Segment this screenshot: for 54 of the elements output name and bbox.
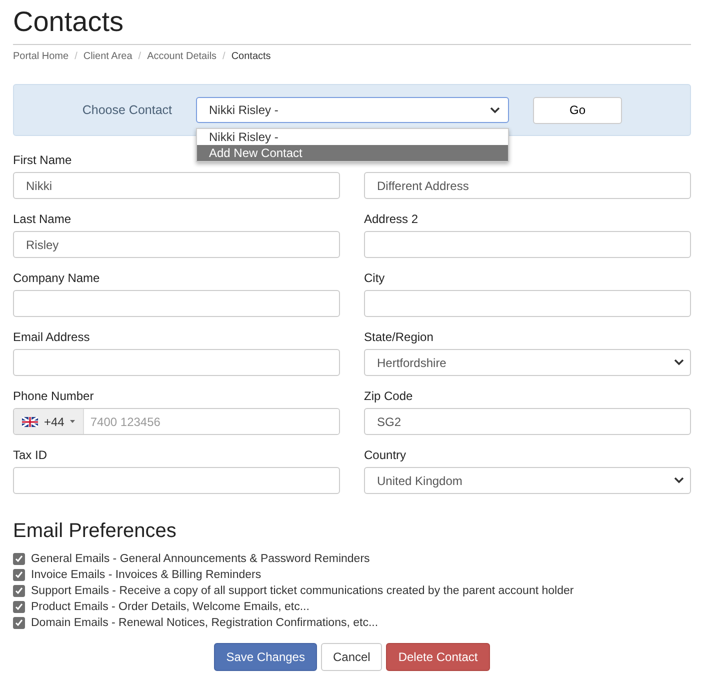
field-label: City [364, 271, 386, 285]
go-button[interactable]: Go [533, 96, 622, 124]
breadcrumb-separator: / [222, 51, 226, 62]
select-field[interactable]: Hertfordshire [364, 349, 691, 376]
cancel-button[interactable]: Cancel [320, 643, 382, 671]
text-field[interactable]: Risley [13, 231, 340, 258]
checkbox[interactable] [13, 553, 25, 565]
field-label: Address 2 [364, 212, 420, 226]
checkbox-label: Invoice Emails - Invoices & Billing Reminders [31, 569, 262, 581]
chevron-down-icon [674, 359, 684, 366]
page-title: Contacts [13, 5, 124, 39]
checkbox-label: General Emails - General Announcements & Password Reminders [31, 553, 370, 565]
field-label: Company Name [13, 271, 101, 285]
caret-icon [70, 420, 76, 423]
select-field[interactable]: United Kingdom [364, 467, 691, 494]
contact-select[interactable]: Nikki Risley - [196, 97, 509, 123]
field-label: State/Region [364, 330, 434, 344]
checkbox-label: Domain Emails - Renewal Notices, Registration Confirmations, etc... [31, 617, 378, 629]
section-heading: Email Preferences [13, 520, 178, 543]
text-field[interactable] [13, 349, 340, 376]
breadcrumb-separator: / [138, 51, 142, 62]
chevron-down-icon [674, 477, 684, 484]
breadcrumb-link[interactable]: Client Area [83, 51, 132, 62]
breadcrumb-link[interactable]: Portal Home [13, 51, 69, 62]
dropdown-option[interactable]: Nikki Risley - [197, 129, 508, 145]
text-field[interactable] [364, 231, 691, 258]
checkbox[interactable] [13, 601, 25, 613]
text-field[interactable]: Nikki [13, 172, 340, 199]
breadcrumb-separator: / [74, 51, 78, 62]
field-label: Tax ID [13, 448, 48, 462]
text-field[interactable]: SG2 [364, 408, 691, 435]
checkbox[interactable] [13, 617, 25, 629]
dropdown-option[interactable]: Add New Contact [197, 145, 508, 161]
chevron-down-icon [490, 106, 500, 114]
choose-contact-label: Choose Contact [81, 103, 172, 117]
checkbox[interactable] [13, 569, 25, 581]
field-label: Email Address [13, 330, 91, 344]
field-label: Phone Number [13, 389, 95, 403]
field-label: Last Name [13, 212, 72, 226]
phone-field[interactable]: +44 7400 123456 [13, 408, 340, 435]
save-button[interactable]: Save Changes [214, 643, 317, 671]
text-field[interactable] [13, 467, 340, 494]
country-code: +44 [44, 414, 64, 428]
checkbox-label: Product Emails - Order Details, Welcome Emails, etc... [31, 601, 310, 613]
delete-button[interactable]: Delete Contact [386, 643, 490, 671]
text-field[interactable] [364, 290, 691, 317]
field-label: Country [364, 448, 408, 462]
flag-icon [22, 416, 38, 426]
text-field[interactable]: Different Address [364, 172, 691, 199]
field-label: Zip Code [364, 389, 414, 403]
checkbox-label: Support Emails - Receive a copy of all support ticket communications created by the parent account holder [31, 585, 574, 597]
checkbox[interactable] [13, 585, 25, 597]
text-field[interactable] [13, 290, 340, 317]
breadcrumb-link[interactable]: Account Details [147, 51, 217, 62]
